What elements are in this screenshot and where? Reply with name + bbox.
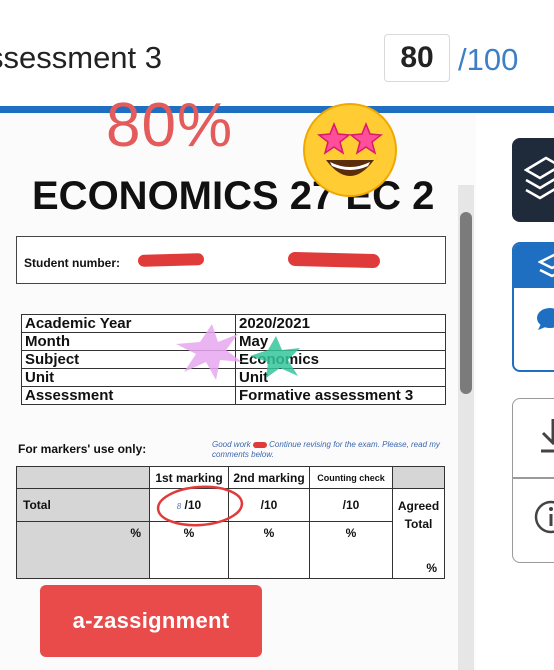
purple-star-sticker: [176, 324, 242, 380]
teacher-comment: Good work Continue revising for the exam…: [212, 440, 476, 460]
counting-check-header: Counting check: [309, 466, 393, 489]
assessment-header: ssessment 3 80 /100: [0, 0, 554, 106]
percent-label: %: [16, 520, 150, 580]
handwritten-percent: 80%: [106, 91, 234, 160]
layers-icon: [538, 253, 554, 278]
total-label: Total: [16, 488, 150, 522]
tools-panel: [512, 398, 554, 563]
download-icon[interactable]: [535, 417, 554, 455]
header-divider: [0, 106, 554, 113]
agreed-percent: %: [426, 561, 437, 575]
counting-check-score: /10: [309, 488, 393, 522]
info-value: 2020/2021: [235, 314, 446, 333]
info-icon[interactable]: [533, 499, 554, 535]
star-struck-emoji: [303, 103, 397, 197]
tools-divider: [513, 477, 554, 479]
redaction-mark: [137, 253, 205, 267]
markers-label: For markers' use only:: [18, 442, 147, 456]
counting-check-percent: %: [309, 520, 393, 580]
agreed-total-label: Agreed Total: [397, 499, 440, 531]
student-number-label: Student number:: [24, 256, 120, 270]
agreed-corner: [392, 466, 445, 489]
layers-icon: [524, 156, 554, 200]
layers-panel-button[interactable]: [512, 138, 554, 222]
redaction-mark: [287, 251, 381, 269]
green-star-sticker: [250, 336, 300, 378]
assessment-title: ssessment 3: [0, 40, 163, 75]
score-total: /100: [458, 42, 519, 77]
comments-panel-header: [514, 244, 554, 288]
document-scroll-thumb[interactable]: [460, 212, 472, 394]
comment-start: Good work: [212, 440, 251, 449]
marking-corner: [16, 466, 150, 489]
info-value: Formative assessment 3: [235, 386, 446, 405]
score-input[interactable]: 80: [384, 34, 450, 82]
info-row: Assessment Formative assessment 3: [21, 386, 446, 405]
handwritten-circle: [156, 485, 244, 527]
comments-panel-button[interactable]: [512, 242, 554, 372]
agreed-total-cell: Agreed Total %: [392, 488, 445, 579]
redaction-mark: [252, 441, 267, 448]
a-zassignment-button[interactable]: a-zassignment: [40, 585, 262, 657]
comment-icon: [537, 308, 554, 330]
info-label: Assessment: [21, 386, 236, 405]
